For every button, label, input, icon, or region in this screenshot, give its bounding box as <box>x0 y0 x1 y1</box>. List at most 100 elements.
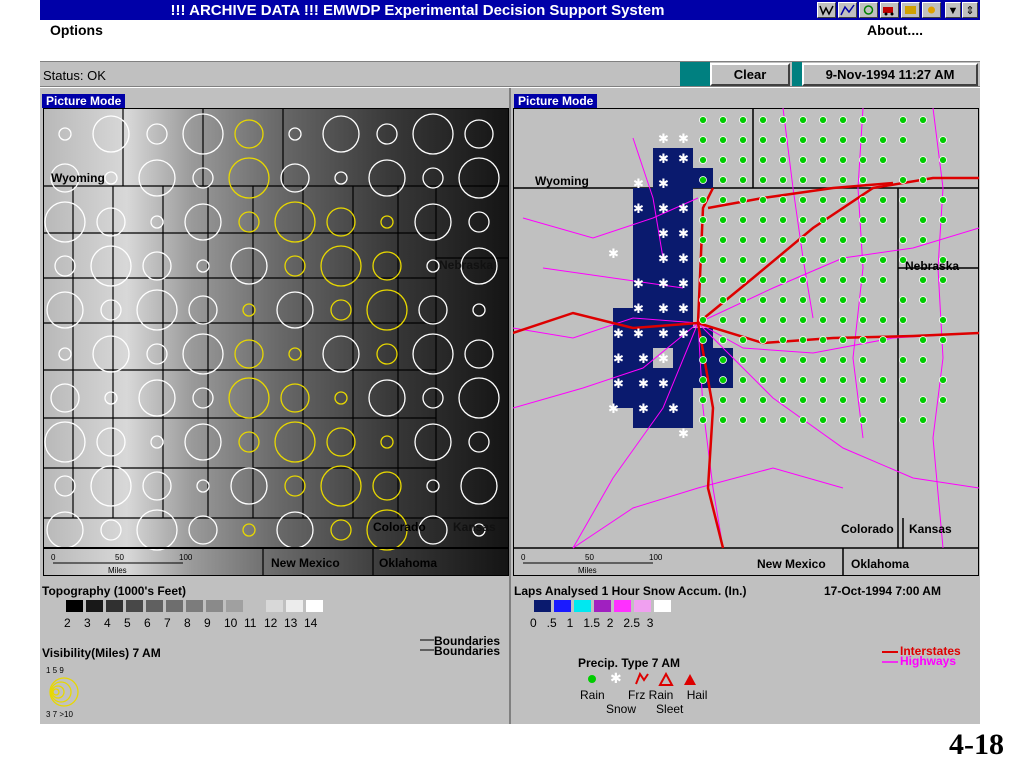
snow-star: ✱ <box>638 352 649 367</box>
snowfall-map[interactable]: ✱ ✱ ✱ ✱ ✱ ✱ ✱ ✱ ✱ ✱ ✱ ✱ ✱ ✱ ✱ ✱ ✱ ✱ ✱ ✱ ✱ ✱ ✱ ✱ ✱ ✱ ✱ ✱ ✱ ✱ ✱ ✱ ✱ ✱ Wyomi… <box>513 108 979 576</box>
rain-dot <box>699 356 707 364</box>
rain-dot <box>699 236 707 244</box>
rain-dot <box>879 276 887 284</box>
status-indicator <box>680 62 710 86</box>
rain-dot <box>799 176 807 184</box>
snow-datetime: 17-Oct-1994 7:00 AM <box>824 584 941 598</box>
rain-dot <box>779 216 787 224</box>
rain-dot <box>859 356 867 364</box>
left-scale-unit: Miles <box>108 566 127 575</box>
rain-dot <box>919 176 927 184</box>
rain-dot <box>839 376 847 384</box>
left-state-new-mexico: New Mexico <box>271 556 340 570</box>
rain-dot <box>879 196 887 204</box>
topo-label: 14 <box>304 616 318 630</box>
snow-star: ✱ <box>678 152 689 167</box>
rain-dot <box>839 236 847 244</box>
rain-dot <box>819 196 827 204</box>
work-area: Picture Mode Wyoming Nebraska Colorado K… <box>40 88 980 724</box>
rain-dot <box>699 396 707 404</box>
rain-dot <box>899 236 907 244</box>
rain-dot <box>739 396 747 404</box>
rain-dot <box>739 156 747 164</box>
precip-labels-row1: Rain Frz Rain Hail <box>580 688 708 702</box>
rain-dot <box>759 156 767 164</box>
rain-dot <box>699 216 707 224</box>
snow-legend-icon: ✱ <box>610 672 622 686</box>
rain-dot <box>879 136 887 144</box>
panel-divider <box>509 88 511 724</box>
snow-star: ✱ <box>678 427 689 442</box>
rain-dot <box>839 416 847 424</box>
snow-star: ✱ <box>678 252 689 267</box>
rain-dot <box>759 216 767 224</box>
menu-options[interactable]: Options <box>50 22 103 38</box>
rain-dot <box>799 396 807 404</box>
left-state-wyoming: Wyoming <box>51 171 105 185</box>
visibility-legend-icon <box>49 677 79 707</box>
snow-star: ✱ <box>633 277 644 292</box>
visibility-labels-bottom: 3 7 >10 <box>46 710 73 719</box>
rain-dot <box>899 196 907 204</box>
boundaries-label-2: Boundaries <box>434 644 501 658</box>
rain-dot <box>819 336 827 344</box>
snow-star: ✱ <box>658 327 669 342</box>
snow-star: ✱ <box>658 152 669 167</box>
rain-dot <box>839 276 847 284</box>
weather-icon[interactable] <box>922 2 941 18</box>
chart-icon[interactable] <box>838 2 857 18</box>
rain-dot <box>839 356 847 364</box>
topo-label: 7 <box>164 616 171 630</box>
rain-dot <box>919 356 927 364</box>
rain-dot <box>799 216 807 224</box>
clear-button[interactable]: Clear <box>710 63 790 86</box>
precip-legend-icons: ✱ <box>588 672 696 686</box>
snow-cell <box>673 168 693 188</box>
snow-star: ✱ <box>633 177 644 192</box>
resize-button[interactable]: ⇕ <box>962 2 978 18</box>
topo-swatch <box>146 600 163 612</box>
minimize-button[interactable]: ▼ <box>945 2 961 18</box>
topo-swatch <box>186 600 203 612</box>
w-logo-icon[interactable] <box>817 2 836 18</box>
rain-dot <box>699 316 707 324</box>
rain-dot <box>759 236 767 244</box>
frz-rain-legend-icon <box>635 672 649 685</box>
rain-dot <box>819 316 827 324</box>
rain-dot <box>739 276 747 284</box>
rain-dot <box>699 296 707 304</box>
snow-swatch <box>574 600 591 612</box>
rain-dot <box>719 156 727 164</box>
snow-cell <box>673 348 693 368</box>
rain-dot <box>819 396 827 404</box>
truck-icon[interactable] <box>880 2 899 18</box>
rain-legend-icon <box>588 675 596 683</box>
rain-dot <box>899 176 907 184</box>
topo-label: 5 <box>124 616 131 630</box>
plow-icon[interactable] <box>901 2 920 18</box>
topography-map[interactable]: Wyoming Nebraska Colorado Kansas New Mex… <box>43 108 509 576</box>
rain-dot <box>859 236 867 244</box>
rain-dot <box>779 236 787 244</box>
topo-swatch <box>126 600 143 612</box>
topo-label: 11 <box>244 616 257 630</box>
rain-dot <box>839 176 847 184</box>
rain-dot <box>859 116 867 124</box>
rain-dot <box>759 396 767 404</box>
rain-dot <box>799 336 807 344</box>
rain-dot <box>859 276 867 284</box>
rain-dot <box>859 196 867 204</box>
menu-about[interactable]: About.... <box>867 22 923 38</box>
status-indicator-2 <box>792 62 802 86</box>
snow-star: ✱ <box>658 302 669 317</box>
snow-star: ✱ <box>658 352 669 367</box>
left-scale-50: 50 <box>115 553 124 562</box>
rain-dot <box>799 276 807 284</box>
rain-dot <box>819 216 827 224</box>
rain-dot <box>759 136 767 144</box>
rain-dot <box>799 156 807 164</box>
page-number: 4-18 <box>949 728 1004 761</box>
rain-dot <box>759 116 767 124</box>
satellite-icon[interactable] <box>859 2 878 18</box>
topo-swatch <box>106 600 123 612</box>
